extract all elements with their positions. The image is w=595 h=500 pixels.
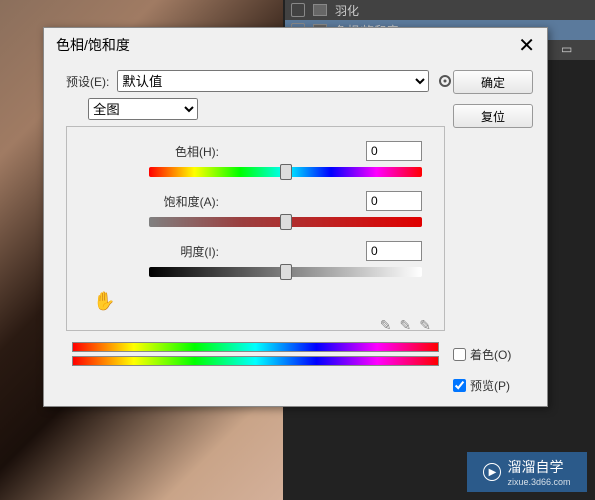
saturation-label: 饱和度(A): — [89, 193, 219, 210]
colorize-checkbox[interactable] — [453, 348, 466, 361]
layer-row[interactable]: 羽化 — [285, 0, 595, 20]
lightness-slider[interactable] — [149, 267, 422, 277]
lightness-label: 明度(I): — [89, 243, 219, 260]
preview-label: 预览(P) — [470, 377, 510, 394]
spectrum-bars — [72, 342, 439, 366]
layer-thumb-icon — [313, 4, 327, 16]
layer-options-icon[interactable]: ▭ — [561, 42, 575, 56]
layer-name: 羽化 — [335, 2, 359, 19]
output-spectrum — [72, 356, 439, 366]
saturation-input[interactable] — [366, 191, 422, 211]
play-icon: ▶ — [483, 463, 501, 481]
slider-thumb[interactable] — [280, 164, 292, 180]
hue-saturation-dialog: 色相/饱和度 ✕ 预设(E): 默认值 全图 色相(H): — [43, 27, 548, 407]
reset-button[interactable]: 复位 — [453, 104, 533, 128]
hand-icon[interactable]: ✋ — [89, 291, 115, 311]
visibility-icon[interactable] — [291, 3, 305, 17]
slider-thumb[interactable] — [280, 214, 292, 230]
watermark: ▶ 溜溜自学 zixue.3d66.com — [467, 452, 587, 492]
input-spectrum — [72, 342, 439, 352]
ok-button[interactable]: 确定 — [453, 70, 533, 94]
edit-channel-select[interactable]: 全图 — [88, 98, 198, 120]
colorize-label: 着色(O) — [470, 346, 511, 363]
preview-checkbox[interactable] — [453, 379, 466, 392]
dialog-titlebar: 色相/饱和度 ✕ — [44, 28, 547, 62]
lightness-input[interactable] — [366, 241, 422, 261]
preview-checkbox-row: 预览(P) — [453, 377, 533, 394]
watermark-title: 溜溜自学 — [507, 459, 563, 475]
hue-label: 色相(H): — [89, 143, 219, 160]
watermark-url: zixue.3d66.com — [507, 477, 570, 487]
sliders-box: 色相(H): 饱和度(A): 明度(I): ✋ — [66, 126, 445, 331]
close-icon[interactable]: ✕ — [518, 33, 535, 58]
saturation-slider[interactable] — [149, 217, 422, 227]
slider-thumb[interactable] — [280, 264, 292, 280]
gear-icon[interactable] — [437, 73, 453, 89]
dialog-title: 色相/饱和度 — [56, 35, 130, 55]
preset-select[interactable]: 默认值 — [117, 70, 429, 92]
preset-label: 预设(E): — [66, 73, 109, 90]
hue-input[interactable] — [366, 141, 422, 161]
colorize-checkbox-row: 着色(O) — [453, 346, 533, 363]
hue-slider[interactable] — [149, 167, 422, 177]
